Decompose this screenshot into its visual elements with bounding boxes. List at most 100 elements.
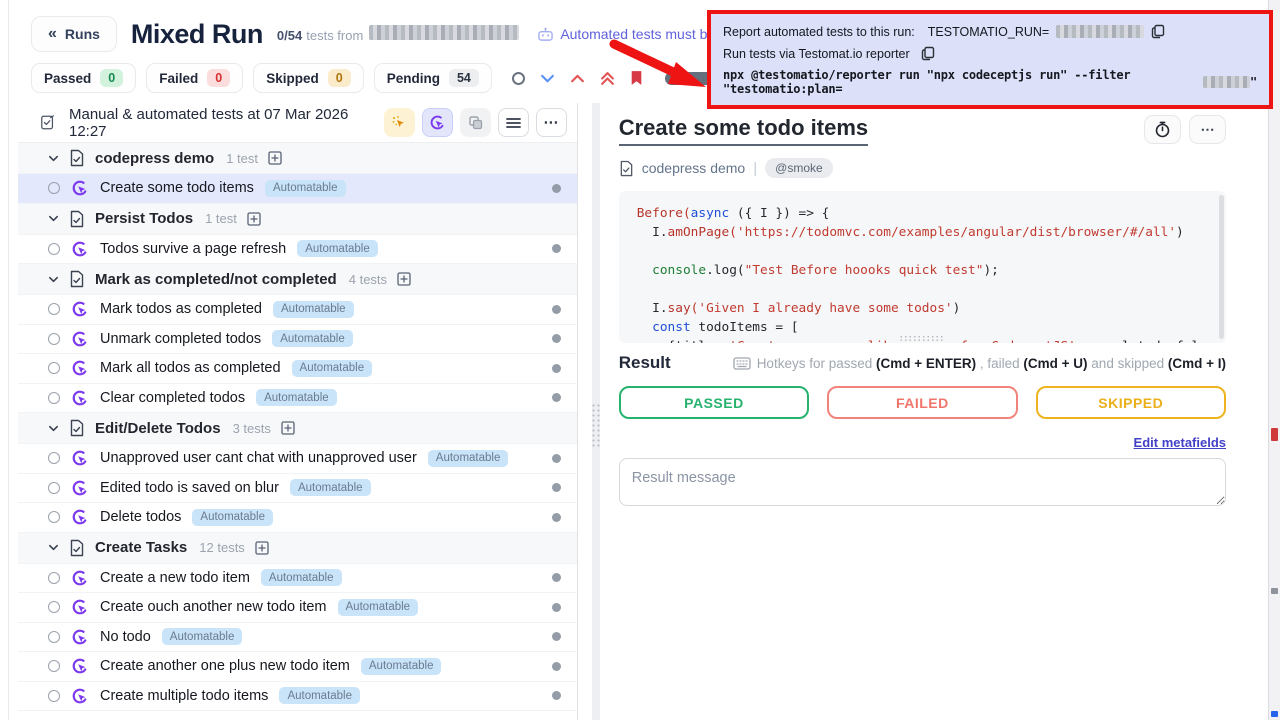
test-row[interactable]: Todos survive a page refresh Automatable (18, 235, 577, 265)
test-title[interactable]: Delete todos (100, 509, 181, 525)
chevron-down-icon[interactable] (48, 213, 59, 224)
test-row[interactable]: Mark all todos as completed Automatable (18, 354, 577, 384)
test-row[interactable]: Unapproved user cant chat with unapprove… (18, 444, 577, 474)
test-title[interactable]: Create ouch another new todo item (100, 599, 327, 615)
splitter-handle-icon[interactable] (591, 403, 601, 449)
timer-button[interactable] (1144, 115, 1181, 144)
failed-button[interactable]: FAILED (827, 386, 1017, 419)
test-radio[interactable] (48, 572, 60, 584)
test-title[interactable]: Create a new todo item (100, 570, 250, 586)
filter-pending[interactable]: Pending 54 (374, 63, 492, 93)
scroll-down-icon[interactable] (540, 72, 555, 84)
test-title[interactable]: Unapproved user cant chat with unapprove… (100, 450, 417, 466)
code-scrollbar[interactable] (1219, 195, 1224, 339)
detail-more-button[interactable]: ⋯ (1189, 115, 1226, 144)
chevron-down-icon[interactable] (48, 542, 59, 553)
suite-row[interactable]: Create Tasks 12 tests (18, 533, 577, 564)
suite-title[interactable]: Persist Todos (95, 210, 193, 227)
automatable-badge: Automatable (265, 180, 346, 197)
test-radio[interactable] (48, 690, 60, 702)
suite-row[interactable]: Persist Todos 1 test (18, 204, 577, 235)
test-row[interactable]: Create ouch another new todo item Automa… (18, 593, 577, 623)
edit-metafields-link[interactable]: Edit metafields (1134, 435, 1226, 450)
test-title[interactable]: Clear completed todos (100, 390, 245, 406)
test-radio[interactable] (48, 482, 60, 494)
chevron-down-icon[interactable] (48, 423, 59, 434)
test-title[interactable]: Create another one plus new todo item (100, 658, 350, 674)
test-title[interactable]: No todo (100, 629, 151, 645)
test-radio[interactable] (48, 243, 60, 255)
filter-failed-count: 0 (207, 69, 230, 87)
filter-passed-label: Passed (44, 71, 91, 86)
breadcrumb-suite-link[interactable]: codepress demo (642, 160, 746, 176)
test-row[interactable]: No todo Automatable (18, 623, 577, 653)
test-title[interactable]: Create some todo items (100, 180, 254, 196)
test-radio[interactable] (48, 452, 60, 464)
test-title[interactable]: Mark todos as completed (100, 301, 262, 317)
test-radio[interactable] (48, 511, 60, 523)
suite-row[interactable]: Edit/Delete Todos 3 tests (18, 413, 577, 444)
filter-skipped-count: 0 (328, 69, 351, 87)
test-title[interactable]: Todos survive a page refresh (100, 241, 286, 257)
chevron-down-icon[interactable] (48, 153, 59, 164)
filter-failed[interactable]: Failed 0 (146, 63, 243, 93)
list-more-button[interactable]: ⋯ (536, 108, 567, 137)
panel-splitter[interactable] (578, 103, 615, 720)
suite-row[interactable]: codepress demo 1 test (18, 143, 577, 174)
test-radio[interactable] (48, 660, 60, 672)
copy-tests-button[interactable] (460, 108, 491, 137)
unchecked-circle-icon[interactable] (512, 72, 525, 85)
test-row[interactable]: Create multiple todo items Automatable (18, 682, 577, 712)
passed-button[interactable]: PASSED (619, 386, 809, 419)
test-title[interactable]: Edited todo is saved on blur (100, 480, 279, 496)
copy-run-id-icon[interactable] (1151, 24, 1165, 39)
result-message-input[interactable] (619, 458, 1226, 506)
test-radio[interactable] (48, 601, 60, 613)
add-test-icon[interactable] (281, 421, 295, 435)
test-row[interactable]: Edited todo is saved on blur Automatable (18, 474, 577, 504)
test-row[interactable]: Create a new todo item Automatable (18, 564, 577, 594)
scrollbar-marker-gray (1271, 588, 1278, 594)
add-test-icon[interactable] (397, 272, 411, 286)
chevron-down-icon[interactable] (48, 274, 59, 285)
bookmark-icon[interactable] (630, 70, 643, 86)
filter-skipped[interactable]: Skipped 0 (253, 63, 363, 93)
automated-test-icon (71, 508, 89, 526)
skipped-button[interactable]: SKIPPED (1036, 386, 1226, 419)
test-row[interactable]: Delete todos Automatable (18, 503, 577, 533)
code-resize-handle-icon[interactable] (899, 335, 945, 342)
test-row[interactable]: Create another one plus new todo item Au… (18, 652, 577, 682)
test-radio[interactable] (48, 362, 60, 374)
test-row[interactable]: Mark todos as completed Automatable (18, 295, 577, 325)
add-test-icon[interactable] (255, 541, 269, 555)
test-radio[interactable] (48, 333, 60, 345)
test-row[interactable]: Clear completed todos Automatable (18, 384, 577, 414)
test-detail-title[interactable]: Create some todo items (619, 115, 868, 146)
list-menu-button[interactable] (498, 108, 529, 137)
back-to-runs-button[interactable]: « Runs (31, 16, 117, 52)
test-title[interactable]: Mark all todos as completed (100, 360, 281, 376)
suite-title[interactable]: Create Tasks (95, 539, 187, 556)
suite-row[interactable]: Mark as completed/not completed 4 tests (18, 264, 577, 295)
ai-autorun-button[interactable] (384, 108, 415, 137)
automated-filter-button[interactable] (422, 108, 453, 137)
scroll-top-icon[interactable] (600, 71, 615, 86)
scroll-up-icon[interactable] (570, 72, 585, 84)
test-title[interactable]: Create multiple todo items (100, 688, 268, 704)
test-radio[interactable] (48, 182, 60, 194)
add-test-icon[interactable] (268, 151, 282, 165)
suite-title[interactable]: Mark as completed/not completed (95, 271, 337, 288)
test-title[interactable]: Unmark completed todos (100, 331, 261, 347)
test-row[interactable]: Create some todo items Automatable (18, 174, 577, 204)
test-radio[interactable] (48, 303, 60, 315)
filter-passed[interactable]: Passed 0 (31, 63, 136, 93)
suite-title[interactable]: Edit/Delete Todos (95, 420, 221, 437)
test-code-block[interactable]: Before(async ({ I }) => { I.amOnPage('ht… (619, 191, 1226, 343)
copy-command-icon[interactable] (921, 46, 935, 61)
test-row[interactable]: Unmark completed todos Automatable (18, 325, 577, 355)
add-test-icon[interactable] (247, 212, 261, 226)
test-radio[interactable] (48, 631, 60, 643)
smoke-tag-badge[interactable]: @smoke (765, 158, 833, 178)
test-radio[interactable] (48, 392, 60, 404)
suite-title[interactable]: codepress demo (95, 150, 214, 167)
